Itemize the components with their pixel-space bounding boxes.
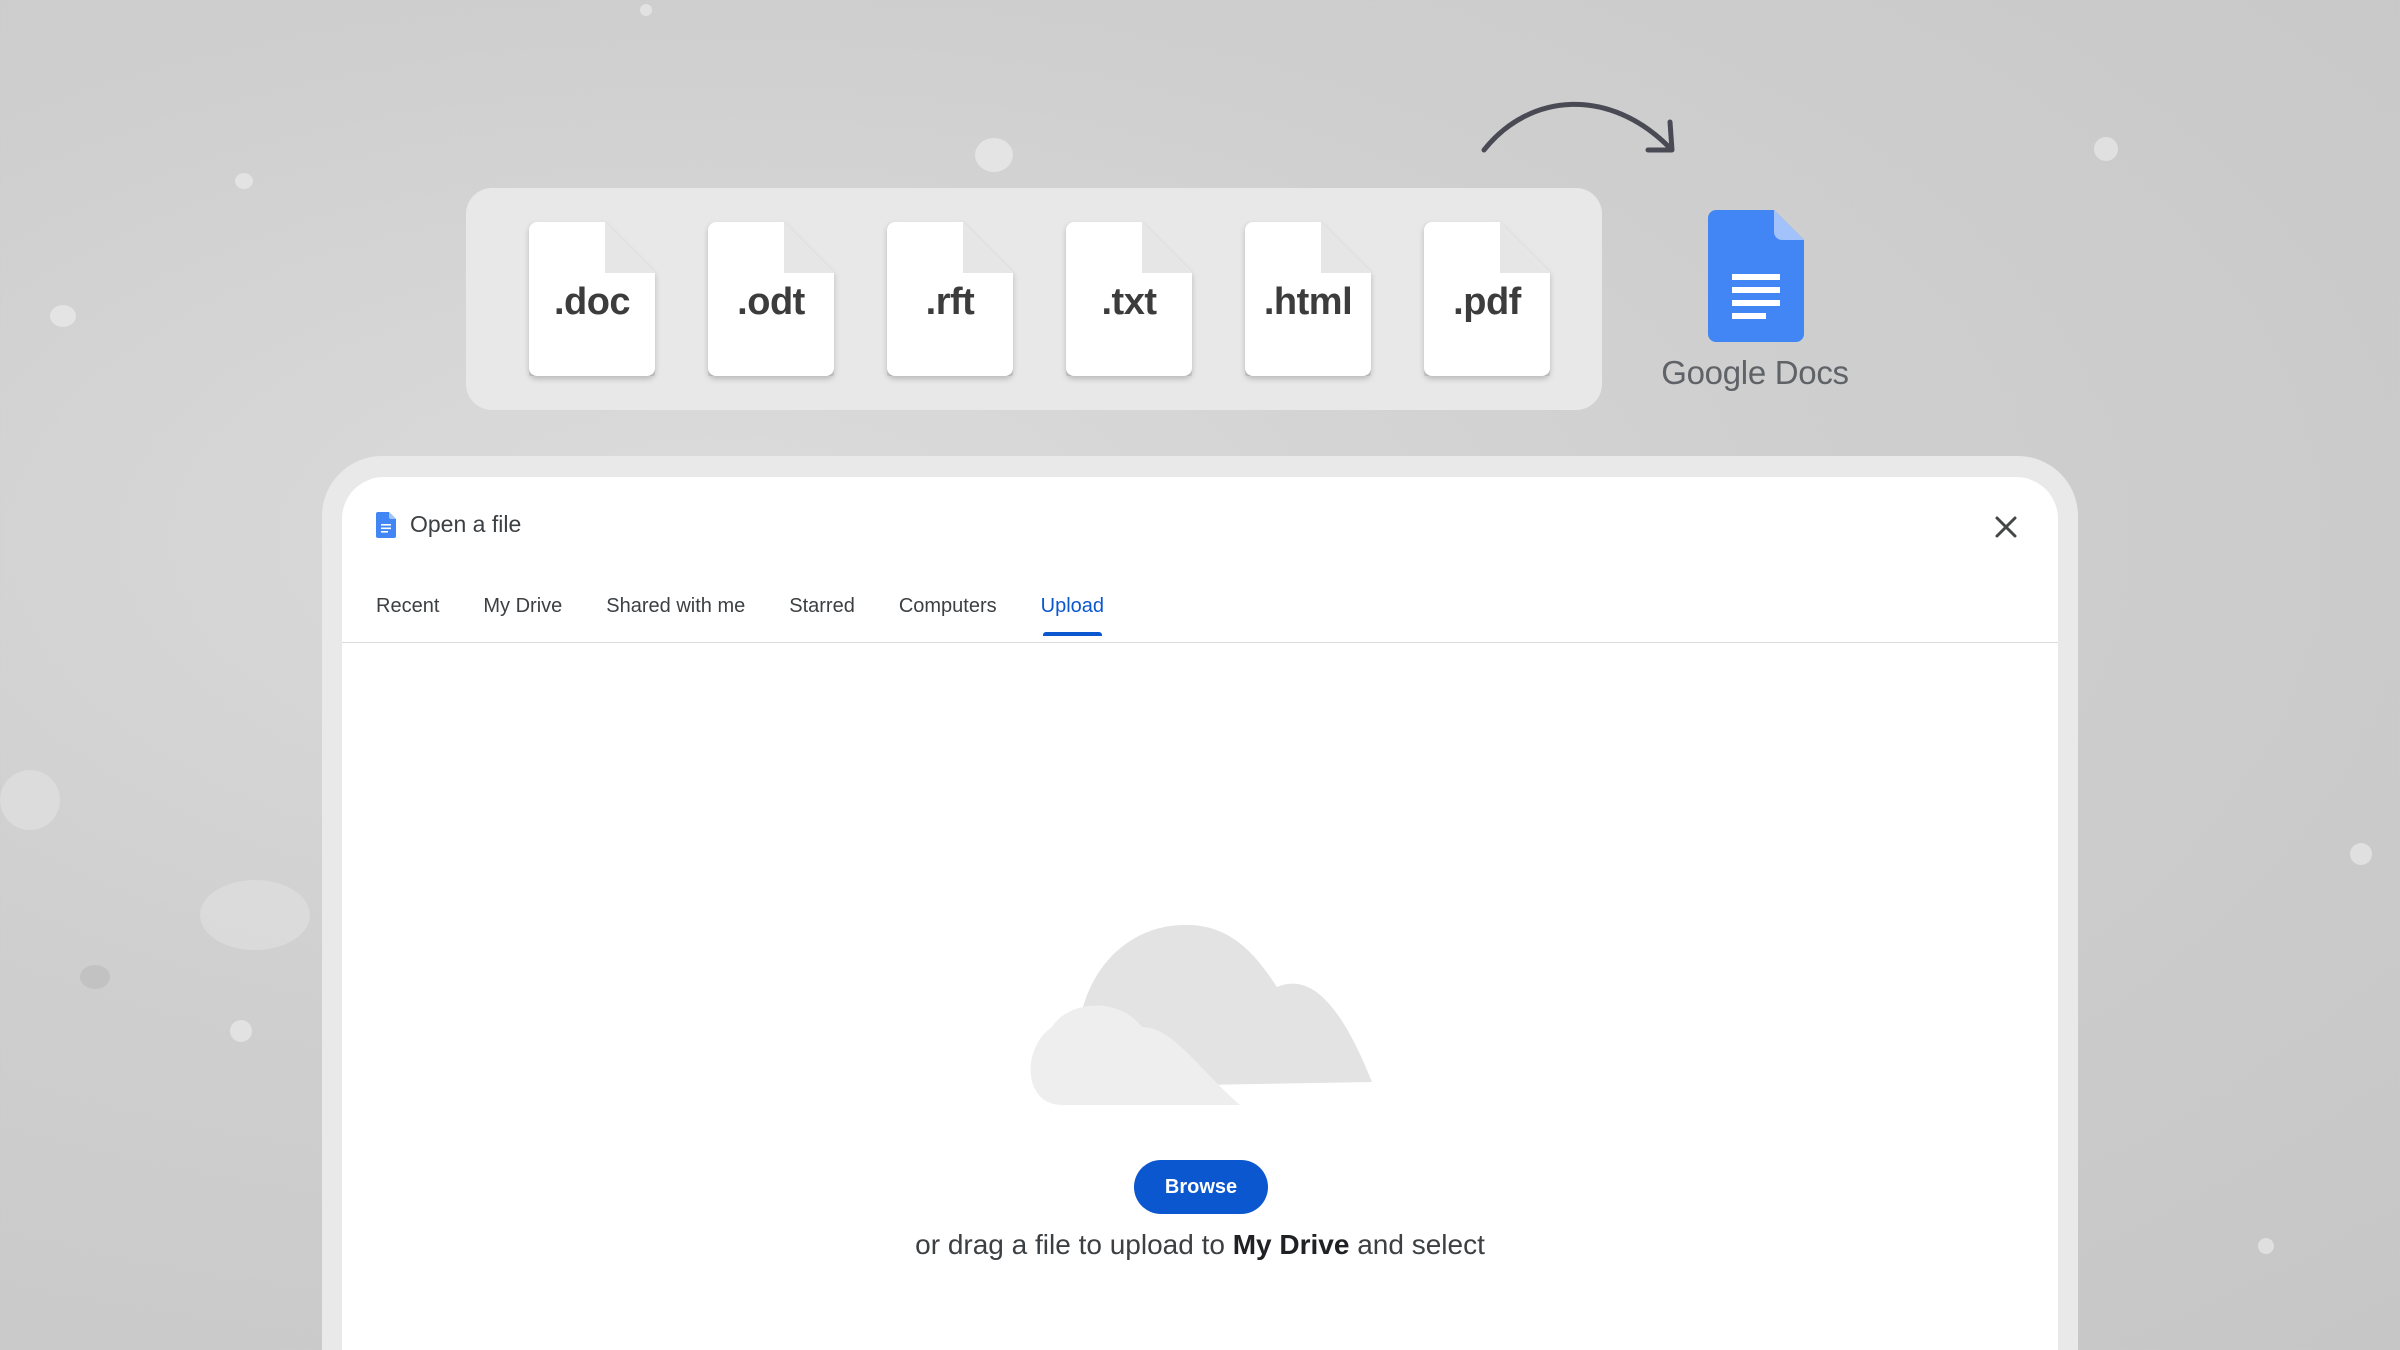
docs-small-icon <box>376 511 396 538</box>
file-card-rft: .rft <box>887 222 1013 376</box>
tab-my-drive[interactable]: My Drive <box>483 595 562 636</box>
background-speck <box>0 770 60 830</box>
drag-text-prefix: or drag a file to upload to <box>915 1229 1233 1260</box>
background-speck <box>640 4 652 16</box>
tab-computers[interactable]: Computers <box>899 595 997 636</box>
background-speck <box>50 305 76 327</box>
tab-shared-with-me[interactable]: Shared with me <box>606 595 745 636</box>
background-speck <box>2094 137 2118 161</box>
background-speck <box>2258 1238 2274 1254</box>
file-extension-label: .html <box>1263 280 1353 323</box>
tabs-divider <box>342 642 2058 643</box>
close-icon[interactable] <box>1990 511 2022 543</box>
file-extension-label: .txt <box>1101 280 1158 323</box>
dialog-header: Open a file <box>376 511 521 538</box>
drag-text-target: My Drive <box>1232 1229 1350 1260</box>
google-docs-icon <box>1708 210 1804 342</box>
background-speck <box>80 965 110 989</box>
dialog-title: Open a file <box>410 511 522 537</box>
file-card-odt: .odt <box>708 222 834 376</box>
file-extension-label: .doc <box>553 280 631 323</box>
background-speck <box>975 138 1013 172</box>
file-extension-label: .rft <box>925 280 975 323</box>
dialog-tabs: Recent My Drive Shared with me Starred C… <box>376 595 1148 636</box>
curved-arrow-icon <box>1481 101 1675 153</box>
file-extension-label: .pdf <box>1453 280 1521 323</box>
background-speck <box>2350 843 2372 865</box>
tab-recent[interactable]: Recent <box>376 595 439 636</box>
background-speck <box>200 880 310 950</box>
google-docs-wordmark: Google Docs <box>1661 354 1849 391</box>
drag-text-suffix: and select <box>1349 1229 1485 1260</box>
file-card-pdf: .pdf <box>1424 222 1550 376</box>
file-card-txt: .txt <box>1066 222 1192 376</box>
drag-drop-instructions: or drag a file to upload to My Drive and… <box>342 1229 2058 1261</box>
file-card-html: .html <box>1245 222 1371 376</box>
file-card-doc: .doc <box>529 222 655 376</box>
browse-button[interactable]: Browse <box>1134 1160 1268 1214</box>
file-formats-tray: .doc .odt .rft .txt .html .pdf <box>466 188 1602 410</box>
background-speck <box>235 173 253 189</box>
tab-starred[interactable]: Starred <box>789 595 855 636</box>
file-extension-label: .odt <box>737 280 805 323</box>
background-speck <box>230 1020 252 1042</box>
open-file-dialog: Open a file Recent My Drive Shared with … <box>342 477 2058 1350</box>
cloud-upload-illustration <box>1030 924 1372 1105</box>
tab-upload[interactable]: Upload <box>1041 595 1104 636</box>
